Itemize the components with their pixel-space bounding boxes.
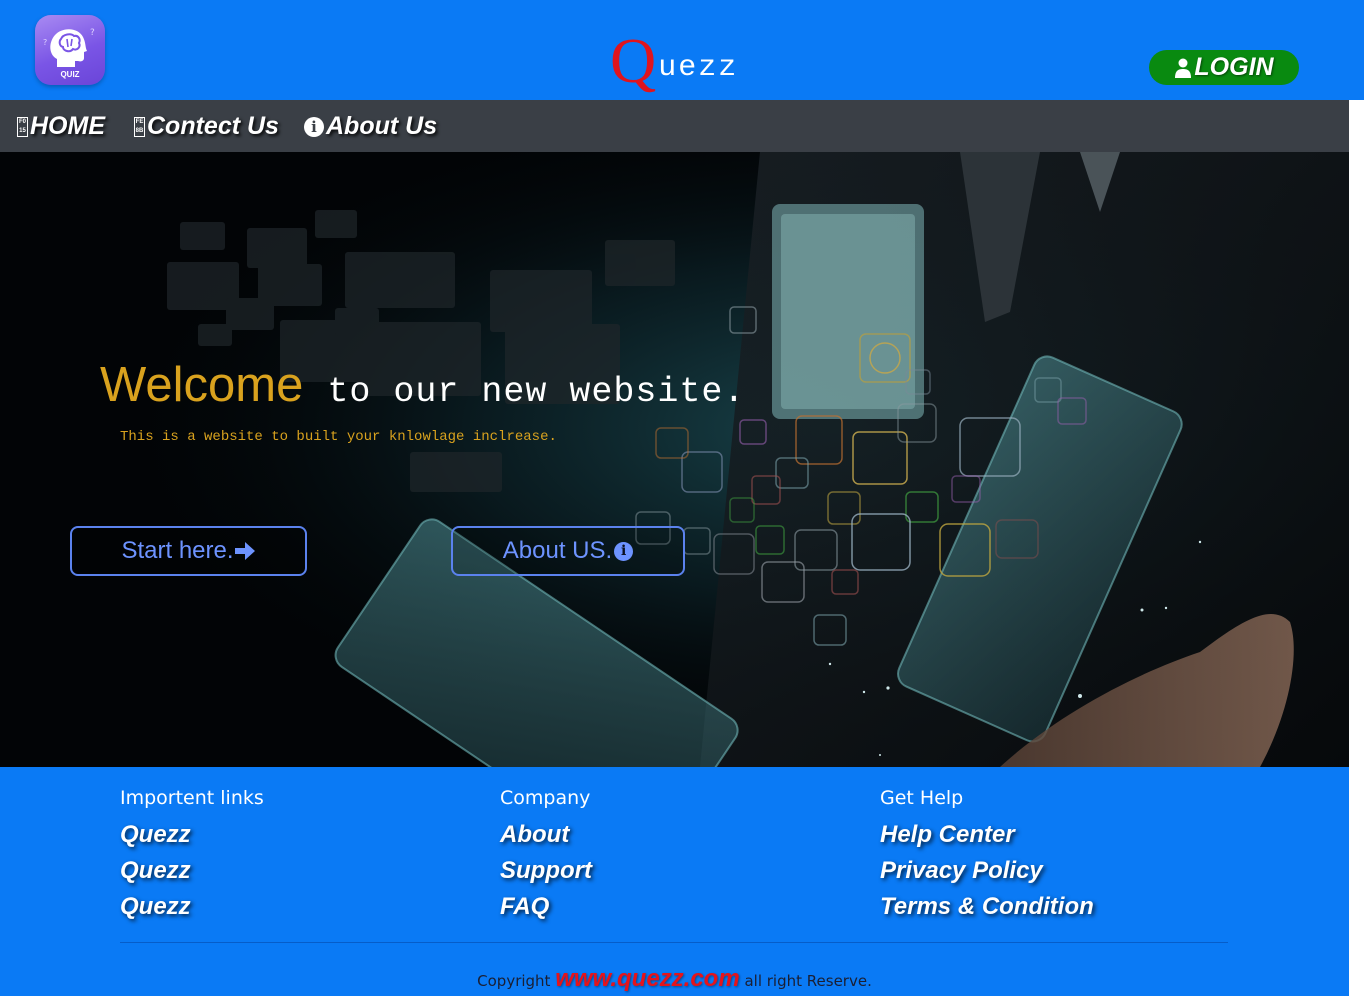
footer-link-terms[interactable]: Terms & Condition <box>880 889 1240 925</box>
info-circle-icon: i <box>304 116 324 137</box>
site-footer: Importent links Quezz Quezz Quezz Compan… <box>0 767 1349 996</box>
footer-link[interactable]: Quezz <box>120 889 480 925</box>
footer-link-help-center[interactable]: Help Center <box>880 817 1240 853</box>
footer-link-privacy-policy[interactable]: Privacy Policy <box>880 853 1240 889</box>
start-here-button[interactable]: Start here. <box>70 526 307 576</box>
footer-column-title: Get Help <box>880 787 964 809</box>
svg-text:?: ? <box>90 28 95 38</box>
hero-background-image <box>0 152 1349 767</box>
about-us-button[interactable]: About US. i <box>451 526 685 576</box>
copyright-notice: Copyright www.quezz.com all right Reserv… <box>0 965 1349 993</box>
footer-link-about[interactable]: About <box>500 817 860 853</box>
nav-item-about[interactable]: i About Us <box>304 112 437 141</box>
main-nav: F0 15 HOME FE 8B Contect Us i About Us <box>0 100 1349 152</box>
nav-item-label: HOME <box>30 112 105 140</box>
quiz-logo[interactable]: ? ? QUIZ <box>35 15 105 85</box>
hero-heading: Welcome to our new website. <box>100 357 745 413</box>
missing-glyph-icon: F0 15 <box>17 116 28 137</box>
welcome-rest: to our new website. <box>327 372 746 412</box>
missing-glyph-icon: FE 8B <box>134 116 145 137</box>
about-us-label: About US. <box>502 537 613 564</box>
footer-link[interactable]: Quezz <box>120 853 480 889</box>
brand-name: uezz <box>658 51 739 85</box>
site-brand[interactable]: Q uezz <box>610 25 739 96</box>
logo-label: QUIZ <box>60 70 80 79</box>
nav-item-label: About Us <box>326 112 438 140</box>
user-icon <box>1175 58 1192 78</box>
footer-column-title: Importent links <box>120 787 264 809</box>
footer-column-important-links: Importent links Quezz Quezz Quezz <box>120 787 480 925</box>
nav-item-contact[interactable]: FE 8B Contect Us <box>134 112 279 141</box>
start-here-label: Start here. <box>121 537 234 564</box>
footer-link-faq[interactable]: FAQ <box>500 889 860 925</box>
footer-divider <box>120 942 1228 943</box>
site-header: ? ? QUIZ Q uezz LOGIN <box>0 0 1364 100</box>
footer-column-company: Company About Support FAQ <box>500 787 860 925</box>
welcome-word: Welcome <box>100 358 304 412</box>
login-button[interactable]: LOGIN <box>1149 50 1299 85</box>
login-label: LOGIN <box>1194 53 1274 81</box>
hero-tagline: This is a website to built your knlowlag… <box>120 429 557 445</box>
brand-initial: Q <box>610 25 657 96</box>
copyright-site-link[interactable]: www.quezz.com <box>555 965 739 992</box>
svg-text:?: ? <box>43 38 47 47</box>
page-gutter <box>1349 100 1364 996</box>
nav-item-label: Contect Us <box>147 112 279 140</box>
footer-column-get-help: Get Help Help Center Privacy Policy Term… <box>880 787 1240 925</box>
nav-item-home[interactable]: F0 15 HOME <box>17 112 105 141</box>
footer-column-title: Company <box>500 787 591 809</box>
info-circle-icon: i <box>614 541 634 561</box>
hero-banner: Welcome to our new website. This is a we… <box>0 152 1349 767</box>
footer-link[interactable]: Quezz <box>120 817 480 853</box>
arrow-right-icon <box>234 542 255 560</box>
copyright-suffix: all right Reserve. <box>744 972 872 990</box>
copyright-prefix: Copyright <box>477 972 551 990</box>
footer-link-support[interactable]: Support <box>500 853 860 889</box>
